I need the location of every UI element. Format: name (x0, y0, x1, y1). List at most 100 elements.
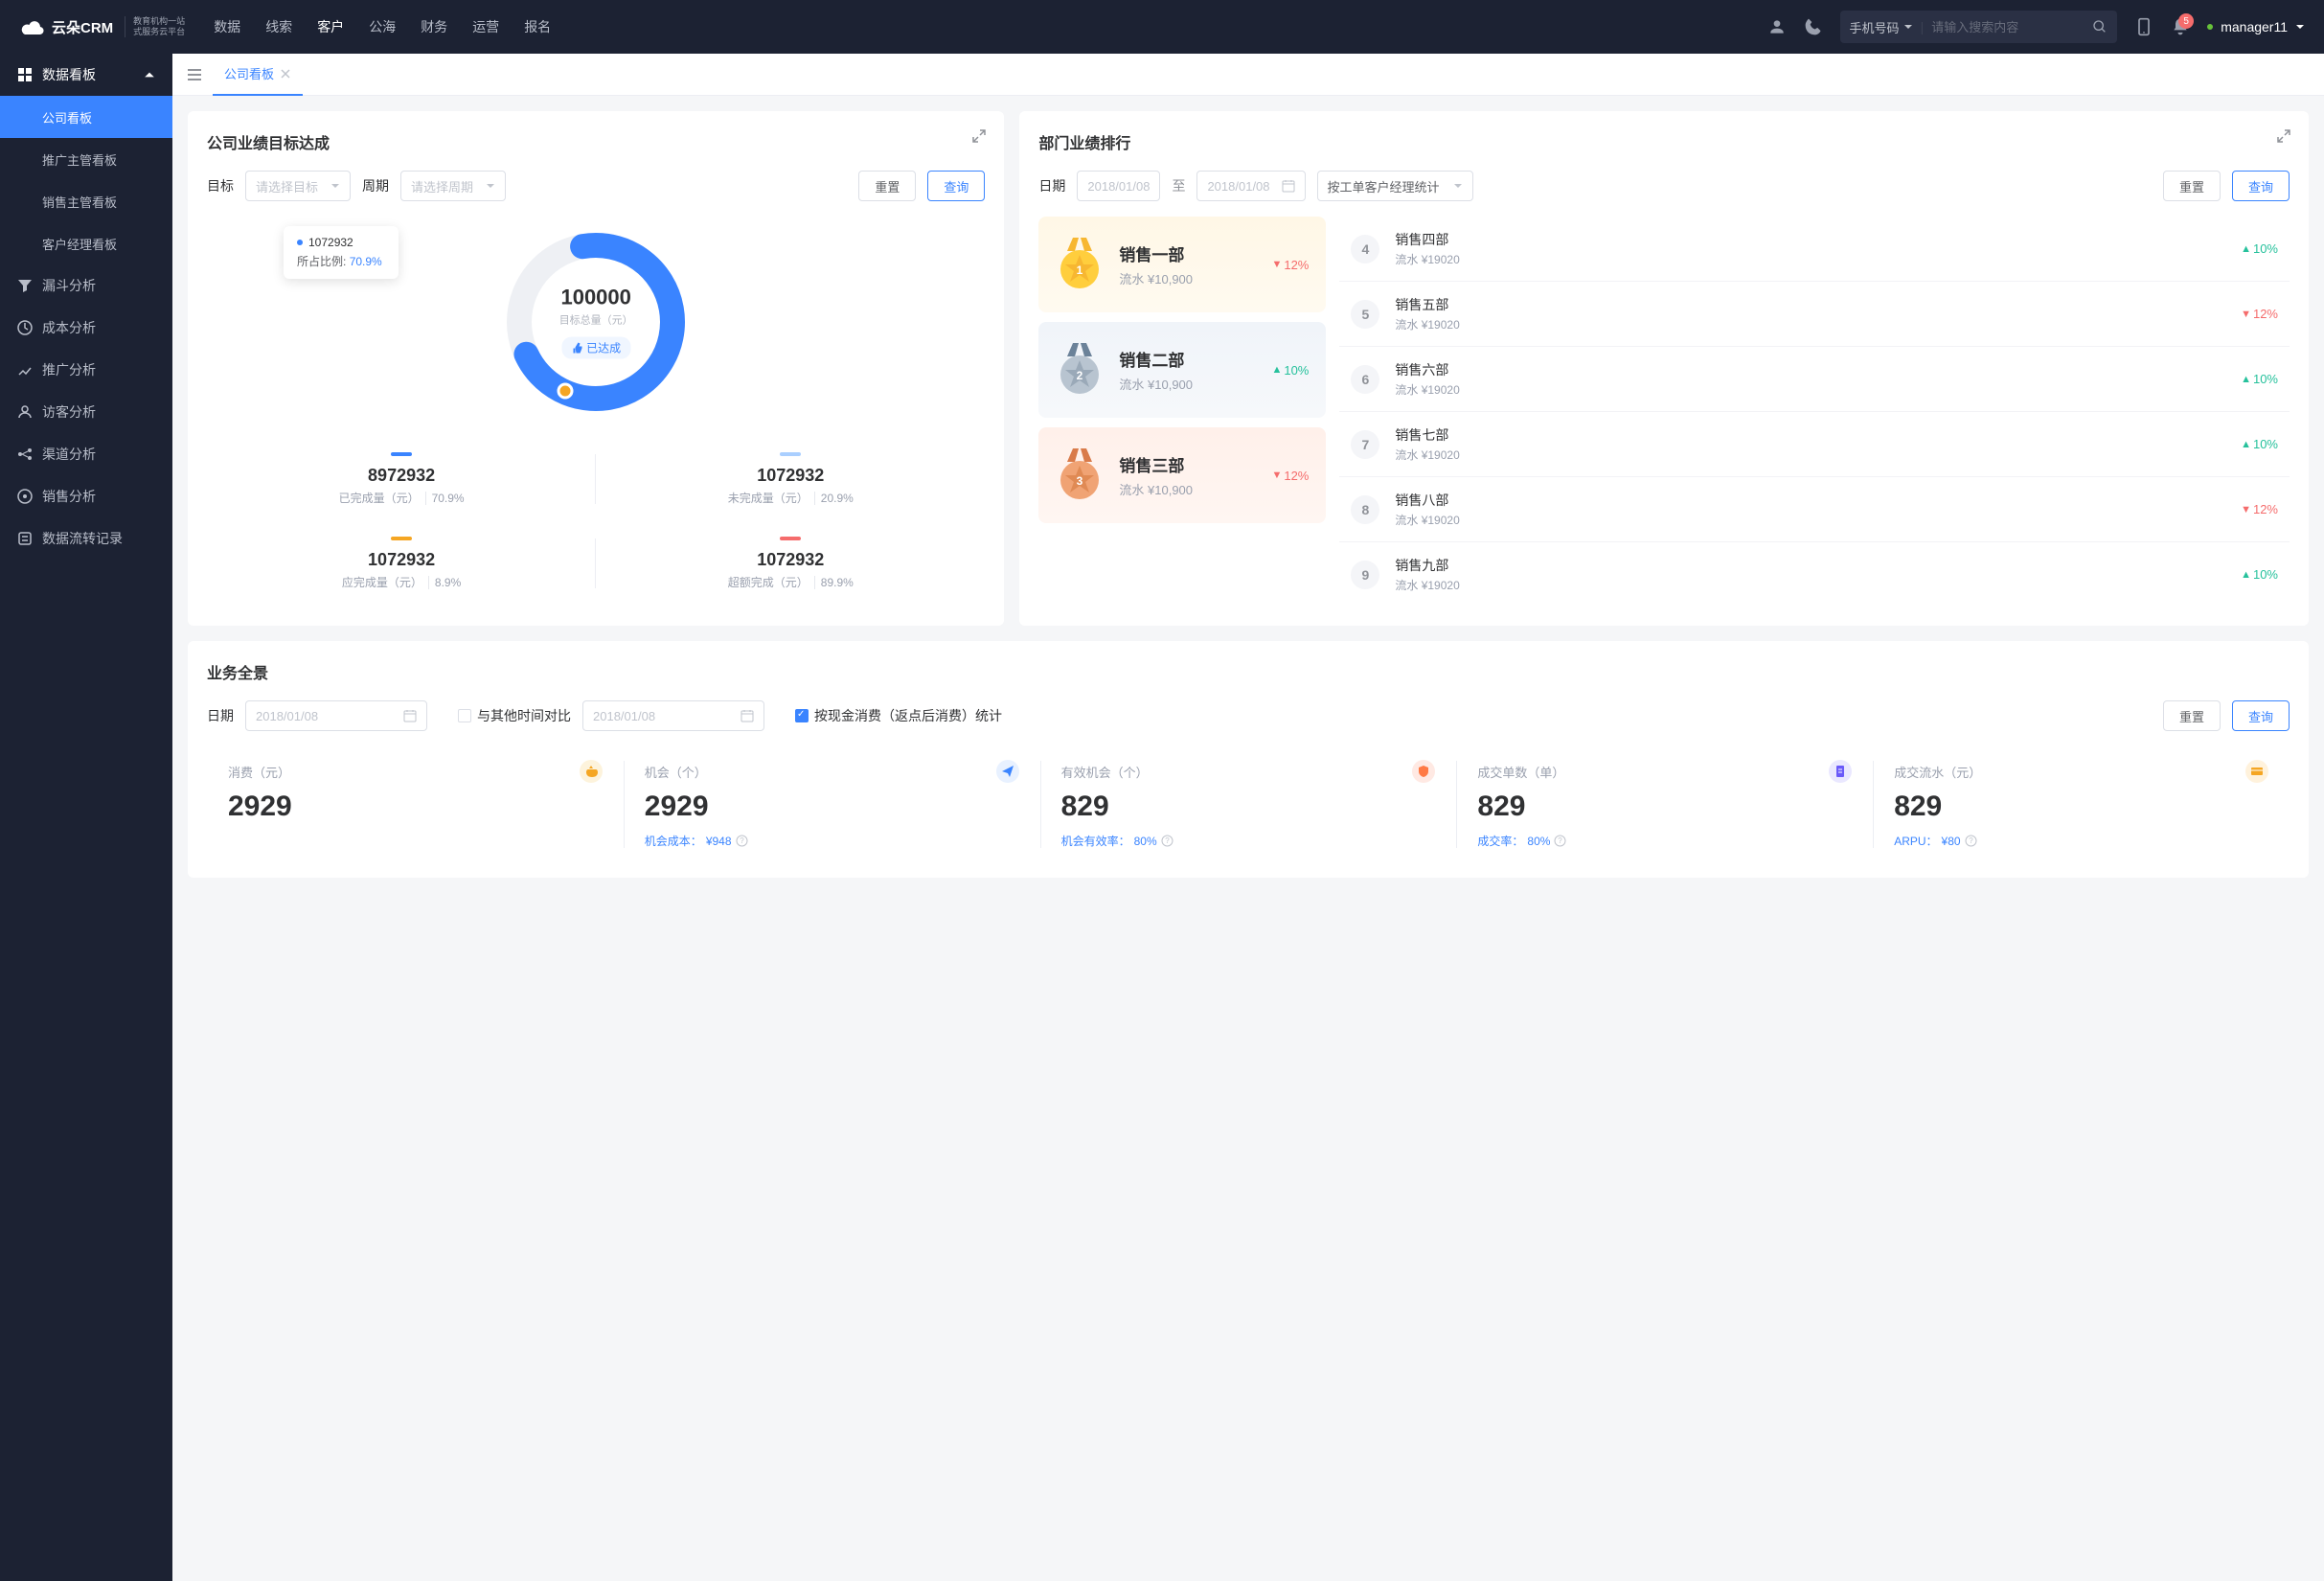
thumbsup-icon (571, 342, 582, 354)
logo[interactable]: 云朵CRM 教育机构一站式服务云平台 (19, 16, 185, 37)
help-icon[interactable]: ? (1965, 835, 1977, 847)
cost-icon (17, 320, 33, 335)
dashboard-icon (17, 67, 33, 82)
donut-total: 100000 (559, 286, 633, 310)
flow-icon (17, 531, 33, 546)
mobile-icon[interactable] (2134, 17, 2153, 36)
user-icon[interactable] (1767, 17, 1787, 36)
main: 公司看板 公司业绩目标达成 目标 请选择目标 周期 请选择周期 重置 (172, 54, 2324, 1581)
expand-icon[interactable] (2276, 128, 2291, 144)
notification-button[interactable]: 5 (2171, 17, 2190, 36)
chevron-down-icon (1903, 22, 1913, 32)
svg-text:?: ? (740, 836, 744, 845)
stat-item: 8972932 已完成量（元）70.9% (207, 437, 596, 521)
sales-icon (17, 489, 33, 504)
query-button[interactable]: 查询 (927, 171, 985, 201)
hamburger-icon[interactable] (186, 66, 203, 83)
nav-item[interactable]: 公海 (369, 17, 396, 36)
podium-item: 1 销售一部流水 ¥10,900 ▼12% (1038, 217, 1326, 312)
sidebar-sub[interactable]: 销售主管看板 (0, 180, 172, 222)
compare-checkbox[interactable]: 与其他时间对比 (458, 706, 571, 725)
card-icon (2250, 765, 2264, 778)
sidebar-item-visitor[interactable]: 访客分析 (0, 391, 172, 433)
rank-row: 6销售六部流水 ¥19020▲10% (1339, 347, 2290, 412)
reset-button[interactable]: 重置 (2163, 171, 2221, 201)
help-icon[interactable]: ? (736, 835, 748, 847)
user-menu[interactable]: manager11 (2207, 19, 2305, 34)
rank-row: 4销售四部流水 ¥19020▲10% (1339, 217, 2290, 282)
kpi-item: 消费（元） 2929 (207, 750, 624, 859)
sidebar-sub[interactable]: 客户经理看板 (0, 222, 172, 264)
trend-down: ▼12% (1271, 258, 1309, 272)
period-select[interactable]: 请选择周期 (400, 171, 506, 201)
query-button[interactable]: 查询 (2232, 700, 2290, 731)
filter-label: 日期 (1038, 176, 1065, 195)
svg-text:1: 1 (1077, 264, 1083, 277)
nav-item[interactable]: 线索 (265, 17, 292, 36)
logo-text: 云朵CRM (52, 17, 113, 37)
donut-chart: 1072932 所占比例: 70.9% 100000 目标总量（ (207, 217, 985, 427)
sidebar-item-channel[interactable]: 渠道分析 (0, 433, 172, 475)
search-icon[interactable] (2092, 19, 2108, 34)
nav-item[interactable]: 运营 (472, 17, 499, 36)
filter-label: 目标 (207, 176, 234, 195)
channel-icon (17, 447, 33, 462)
chevron-down-icon (486, 181, 495, 191)
sidebar-item-dashboard[interactable]: 数据看板 (0, 54, 172, 96)
search-type-select[interactable]: 手机号码 (1850, 18, 1913, 36)
nav-item[interactable]: 报名 (524, 17, 551, 36)
target-select[interactable]: 请选择目标 (245, 171, 351, 201)
date-to-input[interactable]: 2018/01/08 (1196, 171, 1305, 201)
sidebar: 数据看板 公司看板 推广主管看板 销售主管看板 客户经理看板 漏斗分析 成本分析… (0, 54, 172, 1581)
expand-icon[interactable] (971, 128, 987, 144)
help-icon[interactable]: ? (1554, 835, 1566, 847)
chart-tooltip: 1072932 所占比例: 70.9% (284, 226, 399, 279)
logo-icon (19, 17, 46, 36)
donut-badge: 已达成 (561, 337, 630, 359)
help-icon[interactable]: ? (1161, 835, 1173, 847)
sidebar-sub-company[interactable]: 公司看板 (0, 96, 172, 138)
promo-icon (17, 362, 33, 378)
podium: 1 销售一部流水 ¥10,900 ▼12% 2 销售二部流水 ¥10,900 ▲… (1038, 217, 1326, 607)
cash-checkbox[interactable]: 按现金消费（返点后消费）统计 (795, 706, 1002, 725)
header-right: 手机号码 | 5 manager11 (1767, 11, 2305, 43)
nav-item[interactable]: 财务 (421, 17, 447, 36)
date-from-input[interactable]: 2018/01/08 (1077, 171, 1160, 201)
sidebar-item-funnel[interactable]: 漏斗分析 (0, 264, 172, 307)
rank-filters: 日期 2018/01/08 至 2018/01/08 按工单客户经理统计 重置 … (1038, 171, 2290, 201)
calendar-icon (403, 709, 417, 722)
nav-item[interactable]: 客户 (317, 17, 344, 36)
svg-text:?: ? (1165, 836, 1170, 845)
reset-button[interactable]: 重置 (858, 171, 916, 201)
query-button[interactable]: 查询 (2232, 171, 2290, 201)
calendar-icon (740, 709, 754, 722)
donut-stats: 8972932 已完成量（元）70.9% 1072932 未完成量（元）20.9… (207, 437, 985, 606)
tabbar: 公司看板 (172, 54, 2324, 96)
rank-row: 5销售五部流水 ¥19020▼12% (1339, 282, 2290, 347)
rank-row: 9销售九部流水 ¥19020▲10% (1339, 542, 2290, 607)
search-input[interactable] (1931, 20, 2085, 34)
kpi-item: 成交单数（单） 829 成交率：80%? (1456, 750, 1873, 859)
chevron-down-icon (330, 181, 340, 191)
search-group: 手机号码 | (1840, 11, 2118, 43)
phone-icon[interactable] (1804, 17, 1823, 36)
reset-button[interactable]: 重置 (2163, 700, 2221, 731)
nav-item[interactable]: 数据 (214, 17, 240, 36)
card-title: 部门业绩排行 (1038, 130, 2290, 153)
sidebar-item-flow[interactable]: 数据流转记录 (0, 517, 172, 560)
tab-company[interactable]: 公司看板 (213, 54, 303, 96)
sidebar-sub[interactable]: 推广主管看板 (0, 138, 172, 180)
kpi-item: 机会（个） 2929 机会成本：¥948? (624, 750, 1040, 859)
statby-select[interactable]: 按工单客户经理统计 (1317, 171, 1473, 201)
sidebar-item-sales[interactable]: 销售分析 (0, 475, 172, 517)
close-icon[interactable] (280, 68, 291, 80)
date1-input[interactable]: 2018/01/08 (245, 700, 427, 731)
kpi-item: 有效机会（个） 829 机会有效率：80%? (1040, 750, 1457, 859)
send-icon (1001, 765, 1014, 778)
rank-row: 7销售七部流水 ¥19020▲10% (1339, 412, 2290, 477)
sidebar-item-promo[interactable]: 推广分析 (0, 349, 172, 391)
sidebar-item-cost[interactable]: 成本分析 (0, 307, 172, 349)
date2-input[interactable]: 2018/01/08 (582, 700, 764, 731)
podium-item: 2 销售二部流水 ¥10,900 ▲10% (1038, 322, 1326, 418)
visitor-icon (17, 404, 33, 420)
